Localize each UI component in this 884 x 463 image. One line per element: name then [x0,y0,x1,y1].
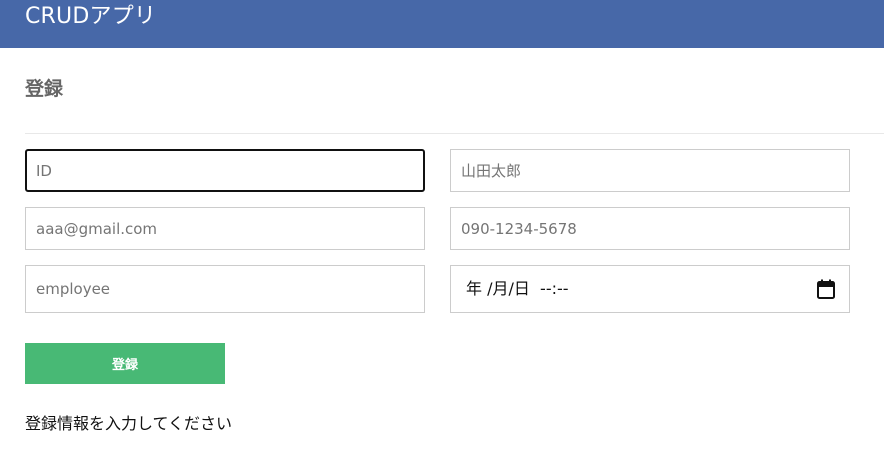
email-field[interactable] [25,207,425,250]
datetime-field[interactable]: 年 /月/日 --:-- [450,265,850,313]
phone-field[interactable] [450,207,850,250]
role-field[interactable] [25,265,425,313]
divider [25,133,884,134]
datetime-field-text[interactable]: 年 /月/日 --:-- [466,279,569,299]
id-field[interactable] [25,149,425,192]
app-title: CRUDアプリ [25,4,157,29]
status-message: 登録情報を入力してください [25,414,233,433]
name-field[interactable] [450,149,850,192]
register-button[interactable]: 登録 [25,343,225,384]
calendar-icon[interactable] [817,279,835,299]
page-title: 登録 [25,78,64,100]
app-header: CRUDアプリ [0,0,884,48]
